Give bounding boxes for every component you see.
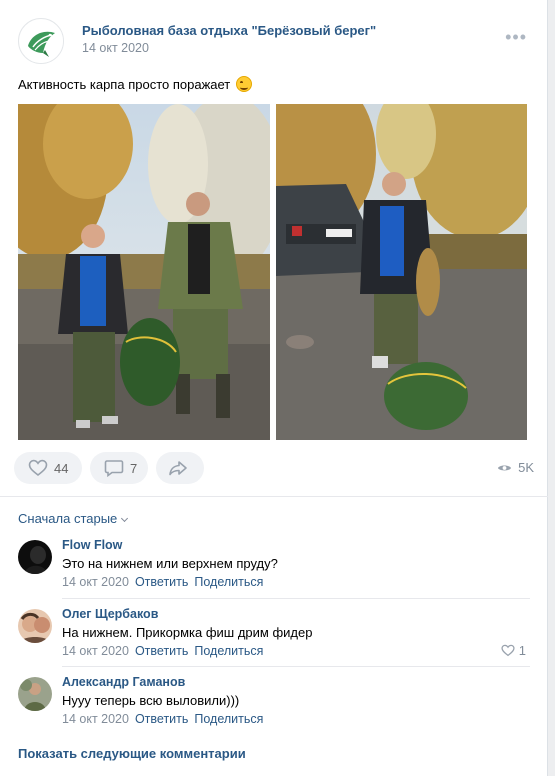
comment-date[interactable]: 14 окт 2020 (62, 575, 129, 589)
comment-divider (62, 598, 530, 599)
fish-logo-icon (20, 20, 63, 63)
like-count: 44 (54, 460, 69, 476)
share-button[interactable] (156, 452, 204, 484)
comment-item: Олег Щербаков На нижнем. Прикормка фиш д… (18, 607, 530, 663)
avatar-image (18, 677, 52, 711)
comment-meta: 14 окт 2020 Ответить Поделиться (62, 575, 263, 589)
show-more-comments-link[interactable]: Показать следующие комментарии (18, 746, 246, 761)
comment-button[interactable]: 7 (90, 452, 148, 484)
avatar[interactable] (18, 677, 52, 711)
comment-count: 7 (130, 460, 138, 476)
section-divider (0, 496, 548, 497)
photo-man-holding-carp (276, 104, 527, 440)
post-photo-1[interactable] (18, 104, 270, 440)
comment-bubble-icon (104, 460, 124, 477)
share-link[interactable]: Поделиться (194, 712, 263, 726)
comment-text: Это на нижнем или верхнем пруду? (62, 556, 278, 571)
group-name[interactable]: Рыболовная база отдыха "Берёзовый берег" (82, 23, 376, 38)
reply-link[interactable]: Ответить (135, 575, 188, 589)
comment-author[interactable]: Александр Гаманов (62, 675, 185, 689)
smiling-face-emoji-icon (235, 76, 252, 92)
eye-icon (498, 465, 512, 470)
reply-link[interactable]: Ответить (135, 712, 188, 726)
comment-like-button[interactable]: 1 (501, 643, 526, 658)
post-card: Рыболовная база отдыха "Берёзовый берег"… (0, 0, 548, 776)
comment-date[interactable]: 14 окт 2020 (62, 644, 129, 658)
avatar-image (18, 609, 52, 643)
chevron-down-icon (121, 514, 129, 523)
post-date[interactable]: 14 окт 2020 (82, 41, 149, 55)
views-counter: 5K (497, 460, 534, 475)
post-header: Рыболовная база отдыха "Берёзовый берег"… (18, 18, 529, 64)
sort-label: Сначала старые (18, 511, 118, 526)
avatar-image (18, 540, 52, 574)
comment-author[interactable]: Flow Flow (62, 538, 122, 552)
share-link[interactable]: Поделиться (194, 644, 263, 658)
comment-item: Flow Flow Это на нижнем или верхнем пруд… (18, 538, 530, 594)
avatar[interactable] (18, 540, 52, 574)
like-button[interactable]: 44 (14, 452, 82, 484)
comments-sort-dropdown[interactable]: Сначала старые (18, 511, 129, 526)
comment-item: Александр Гаманов Нууу теперь всю вылови… (18, 675, 530, 731)
avatar[interactable] (18, 609, 52, 643)
post-text: Активность карпа просто поражает (18, 76, 252, 92)
comment-like-count: 1 (518, 643, 526, 658)
group-avatar[interactable] (18, 18, 64, 64)
share-link[interactable]: Поделиться (194, 575, 263, 589)
heart-icon (501, 644, 515, 657)
comment-divider (62, 666, 530, 667)
photo-men-with-catch (18, 104, 270, 440)
heart-icon (28, 459, 48, 477)
comment-author[interactable]: Олег Щербаков (62, 607, 158, 621)
views-count: 5K (518, 460, 534, 475)
comment-meta: 14 окт 2020 Ответить Поделиться (62, 644, 263, 658)
reply-link[interactable]: Ответить (135, 644, 188, 658)
more-dots-icon[interactable]: ••• (505, 28, 527, 46)
comment-text: Нууу теперь всю выловили))) (62, 693, 240, 708)
post-photo-2[interactable] (276, 104, 527, 440)
share-arrow-icon (169, 461, 187, 476)
comment-text: На нижнем. Прикормка фиш дрим фидер (62, 625, 313, 640)
post-text-content: Активность карпа просто поражает (18, 77, 231, 92)
post-actions: 44 7 5K (14, 452, 534, 485)
comment-date[interactable]: 14 окт 2020 (62, 712, 129, 726)
comment-meta: 14 окт 2020 Ответить Поделиться (62, 712, 263, 726)
